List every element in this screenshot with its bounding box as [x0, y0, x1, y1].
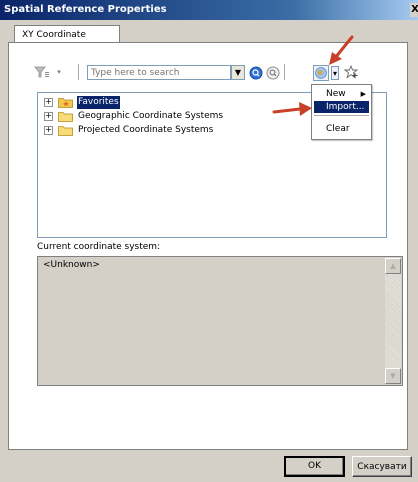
ok-button[interactable]: OK	[284, 456, 345, 477]
menu-item-label: New	[326, 89, 346, 99]
toolbar-separator	[284, 64, 286, 80]
search-icon[interactable]	[249, 66, 263, 80]
window-title: Spatial Reference Properties	[4, 4, 167, 15]
current-coordinate-system-label: Current coordinate system:	[37, 242, 161, 252]
search-input[interactable]	[87, 65, 231, 80]
menu-item-import[interactable]: Import...	[314, 101, 369, 113]
tree-item-label: Geographic Coordinate Systems	[78, 111, 224, 121]
scroll-up-icon[interactable]: ▲	[385, 258, 401, 274]
menu-item-clear[interactable]: Clear	[314, 123, 369, 135]
filter-dropdown-icon[interactable]: ▾	[55, 66, 63, 78]
favorites-folder-icon	[58, 97, 74, 108]
current-coordinate-system-box[interactable]: <Unknown> ▲ ▼	[37, 256, 403, 386]
submenu-arrow-icon: ▶	[360, 90, 366, 98]
scroll-down-icon[interactable]: ▼	[385, 368, 401, 384]
tree-item-label: Projected Coordinate Systems	[78, 125, 214, 135]
toolbar-separator	[78, 64, 80, 80]
cancel-button[interactable]: Скасувати	[352, 456, 412, 477]
menu-item-label: Clear	[326, 124, 350, 134]
annotation-arrow-icon	[329, 35, 354, 65]
clear-search-icon[interactable]	[266, 66, 280, 80]
filter-icon[interactable]	[34, 65, 50, 79]
globe-dropdown-menu: New ▶ Import... Clear	[311, 84, 372, 140]
expand-icon[interactable]: +	[44, 112, 53, 121]
current-coordinate-system-value: <Unknown>	[43, 260, 100, 270]
menu-separator	[314, 115, 369, 116]
dropdown-arrow-icon[interactable]: ▾	[331, 66, 339, 80]
title-bar: Spatial Reference Properties X	[0, 0, 418, 20]
expand-icon[interactable]: +	[44, 98, 53, 107]
vertical-scrollbar[interactable]: ▲ ▼	[385, 258, 401, 384]
globe-icon[interactable]	[313, 65, 329, 81]
search-dropdown-button[interactable]: ▼	[231, 65, 245, 80]
menu-item-label: Import...	[326, 102, 365, 112]
folder-icon	[58, 125, 74, 136]
tree-item-label: Favorites	[77, 96, 120, 109]
add-favorite-icon[interactable]	[343, 64, 359, 79]
folder-icon	[58, 111, 74, 122]
close-button[interactable]: X	[410, 3, 418, 17]
expand-icon[interactable]: +	[44, 126, 53, 135]
menu-item-new[interactable]: New ▶	[314, 88, 369, 100]
tab-xy-coordinate-system[interactable]: XY Coordinate System	[14, 25, 120, 58]
annotation-arrow-icon	[272, 102, 312, 116]
